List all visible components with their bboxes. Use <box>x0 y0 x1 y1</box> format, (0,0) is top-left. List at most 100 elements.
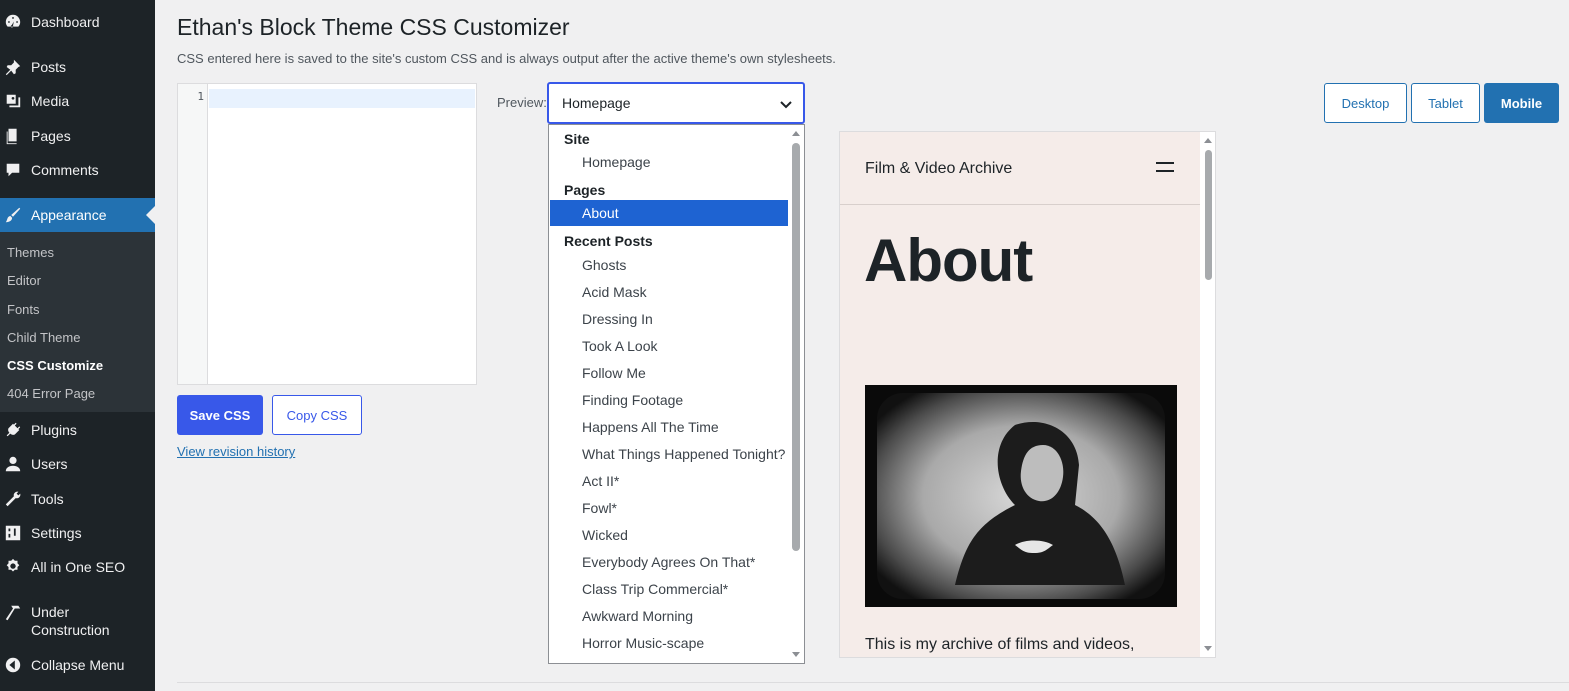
menu-all-in-one-seo[interactable]: All in One SEO <box>0 550 155 584</box>
save-css-button[interactable]: Save CSS <box>177 395 263 435</box>
dropdown-option[interactable]: Happens All The Time <box>550 414 789 440</box>
dropdown-option[interactable]: Horror Music-scape <box>550 630 789 656</box>
menu-comments[interactable]: Comments <box>0 153 155 187</box>
menu-plugins[interactable]: Plugins <box>0 413 155 447</box>
collapse-menu-button[interactable]: Collapse Menu <box>0 648 155 682</box>
active-line-highlight <box>209 89 475 108</box>
preview-label: Preview: <box>497 95 547 110</box>
preview-canvas: Film & Video Archive About This is my ar… <box>840 132 1200 657</box>
preview-dropdown-list: Site Homepage Pages About Recent Posts Ghosts… <box>548 124 805 664</box>
menu-label: Comments <box>31 162 99 178</box>
dropdown-group-label: Site <box>564 131 590 147</box>
menu-label: Media <box>31 93 70 109</box>
dropdown-option[interactable]: Wicked <box>550 522 789 548</box>
hamburger-menu-icon[interactable] <box>1156 162 1174 174</box>
preview-page-select[interactable]: Homepage <box>547 82 805 124</box>
revision-history-link[interactable]: View revision history <box>177 444 295 459</box>
scroll-up-arrow[interactable] <box>1204 138 1212 143</box>
brush-icon <box>3 205 23 225</box>
menu-dashboard[interactable]: Dashboard <box>0 5 155 39</box>
menu-label: Users <box>31 456 68 472</box>
dashboard-icon <box>3 12 23 32</box>
menu-label: Collapse Menu <box>31 657 125 673</box>
footer-divider <box>177 682 1569 683</box>
appearance-submenu: Themes Editor Fonts Child Theme CSS Cust… <box>0 232 155 412</box>
menu-label: Plugins <box>31 422 77 438</box>
menu-under-construction[interactable]: Under Construction <box>0 603 155 647</box>
menu-users[interactable]: Users <box>0 447 155 481</box>
dropdown-option[interactable]: Ghosts <box>550 252 789 278</box>
dropdown-group-label: Recent Posts <box>564 233 653 249</box>
submenu-fonts[interactable]: Fonts <box>7 302 40 317</box>
pin-icon <box>3 57 23 77</box>
dropdown-option[interactable]: Act II* <box>550 468 789 494</box>
menu-label: Tools <box>31 491 64 507</box>
pages-icon <box>3 126 23 146</box>
css-code-editor[interactable]: 1 <box>177 83 477 385</box>
scroll-down-arrow[interactable] <box>792 652 800 657</box>
dropdown-option[interactable]: Finding Footage <box>550 387 789 413</box>
submenu-404-error-page[interactable]: 404 Error Page <box>7 386 95 401</box>
menu-label: Appearance <box>31 207 107 223</box>
submenu-editor[interactable]: Editor <box>7 273 41 288</box>
preview-page-heading: About <box>864 227 1033 294</box>
preview-body-text: This is my archive of films and videos, <box>865 636 1135 653</box>
menu-label: Settings <box>31 525 82 541</box>
submenu-child-theme[interactable]: Child Theme <box>7 330 80 345</box>
plug-icon <box>3 420 23 440</box>
page-description: CSS entered here is saved to the site's … <box>177 51 836 66</box>
wrench-icon <box>3 489 23 509</box>
menu-label: Dashboard <box>31 14 100 30</box>
dropdown-option[interactable]: About <box>550 200 789 226</box>
menu-label: Pages <box>31 128 71 144</box>
submenu-themes[interactable]: Themes <box>7 245 54 260</box>
menu-posts[interactable]: Posts <box>0 50 155 84</box>
preview-frame[interactable]: Film & Video Archive About This is my ar… <box>839 131 1216 658</box>
preview-site-title[interactable]: Film & Video Archive <box>865 160 1012 178</box>
dropdown-option[interactable]: Homepage <box>550 149 789 175</box>
copy-css-button[interactable]: Copy CSS <box>272 395 362 435</box>
scrollbar-thumb[interactable] <box>792 143 800 551</box>
dropdown-option[interactable]: What Things Happened Tonight? <box>550 441 789 467</box>
dropdown-option[interactable]: Everybody Agrees On That* <box>550 549 789 575</box>
preview-featured-image <box>865 385 1177 607</box>
line-number: 1 <box>197 90 204 103</box>
preview-selected-value: Homepage <box>562 95 631 111</box>
menu-settings[interactable]: Settings <box>0 516 155 550</box>
dropdown-option[interactable]: Took A Look <box>550 333 789 359</box>
menu-media[interactable]: Media <box>0 84 155 118</box>
device-tablet-button[interactable]: Tablet <box>1411 83 1480 123</box>
settings-sliders-icon <box>3 523 23 543</box>
menu-label: Posts <box>31 59 67 75</box>
dropdown-group-label: Pages <box>564 182 606 198</box>
submenu-css-customize[interactable]: CSS Customize <box>7 358 103 373</box>
dropdown-option[interactable]: Fowl* <box>550 495 789 521</box>
hammer-icon <box>3 603 23 623</box>
preview-scrollbar[interactable] <box>1201 132 1215 657</box>
dropdown-option[interactable]: Dressing In <box>550 306 789 332</box>
seo-icon <box>3 557 23 577</box>
chevron-down-icon <box>780 101 792 109</box>
menu-appearance[interactable]: Appearance <box>0 198 155 232</box>
device-mobile-button[interactable]: Mobile <box>1484 83 1559 123</box>
scroll-down-arrow[interactable] <box>1204 646 1212 651</box>
dropdown-option[interactable]: Class Trip Commercial* <box>550 576 789 602</box>
preview-header-divider <box>840 204 1200 205</box>
scrollbar-thumb[interactable] <box>1205 150 1212 280</box>
menu-label: All in One SEO <box>31 559 126 575</box>
scroll-up-arrow[interactable] <box>792 131 800 136</box>
comment-icon <box>3 160 23 180</box>
editor-gutter: 1 <box>178 84 208 384</box>
dropdown-option[interactable]: Acid Mask <box>550 279 789 305</box>
dropdown-option[interactable]: Awkward Morning <box>550 603 789 629</box>
dropdown-scrollbar[interactable] <box>788 125 804 663</box>
collapse-icon <box>3 655 23 675</box>
menu-pages[interactable]: Pages <box>0 119 155 153</box>
dropdown-option[interactable]: Follow Me <box>550 360 789 386</box>
menu-label: Under Construction <box>31 604 110 638</box>
menu-tools[interactable]: Tools <box>0 482 155 516</box>
admin-sidebar: Dashboard Posts Media Pages Comments App… <box>0 0 155 691</box>
page-title: Ethan's Block Theme CSS Customizer <box>177 14 570 40</box>
device-desktop-button[interactable]: Desktop <box>1324 83 1407 123</box>
media-icon <box>3 91 23 111</box>
